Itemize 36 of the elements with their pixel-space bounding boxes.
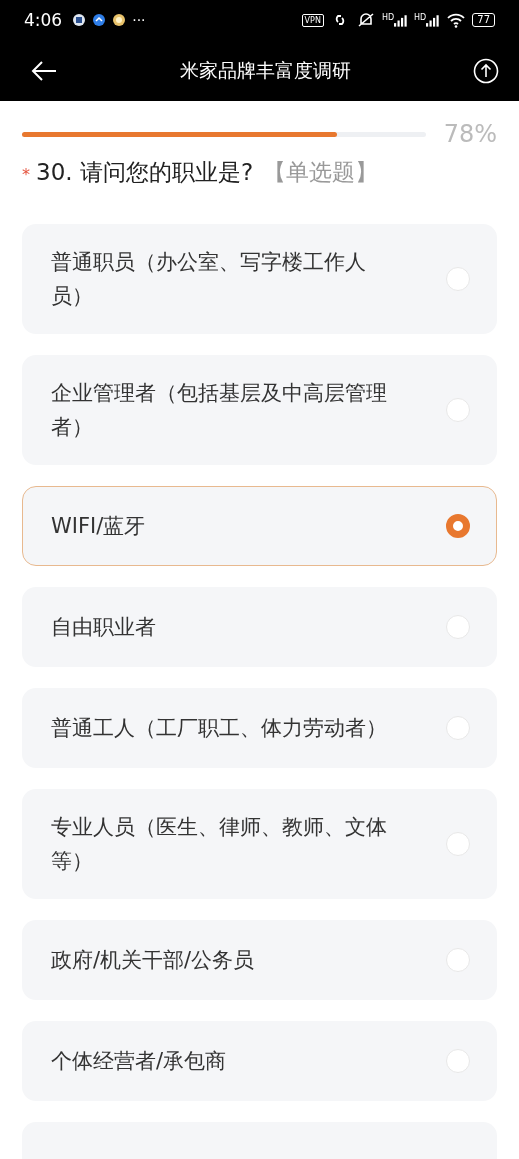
option-label: 政府/机关干部/公务员 — [51, 947, 255, 974]
option-card[interactable]: 政府/机关干部/公务员 — [22, 920, 497, 1000]
option-label: 自由职业者 — [51, 614, 156, 641]
status-time: 4:06 — [24, 10, 63, 30]
signal-icon — [426, 13, 441, 27]
option-label: 普通职员（办公室、写字楼工作人员） — [51, 249, 367, 310]
more-notifications: ··· — [132, 12, 146, 28]
app-notification-icon — [112, 13, 127, 27]
option-label: 个体经营者/承包商 — [51, 1048, 227, 1075]
option-card[interactable]: 普通工人（工厂职工、体力劳动者） — [22, 688, 497, 768]
battery-indicator: 77 — [472, 13, 495, 27]
option-label: 普通工人（工厂职工、体力劳动者） — [51, 715, 387, 742]
option-card[interactable]: 个体经营者/承包商 — [22, 1021, 497, 1101]
radio-button[interactable] — [446, 514, 470, 538]
option-card[interactable]: 专业人员（医生、律师、教师、文体等） — [22, 789, 497, 899]
option-card[interactable]: 自由职业者 — [22, 587, 497, 667]
option-card[interactable]: 企业管理者（包括基层及中高层管理者） — [22, 355, 497, 465]
option-label: WIFI/蓝牙 — [51, 513, 146, 540]
vpn-badge: VPN — [301, 13, 324, 27]
option-card[interactable]: 普通职员（办公室、写字楼工作人员） — [22, 224, 497, 334]
signal-icon — [394, 13, 409, 27]
share-button[interactable] — [473, 57, 499, 84]
question-text: 30. 请问您的职业是? — [36, 158, 254, 187]
app-notification-icon — [92, 13, 107, 27]
back-button[interactable] — [30, 58, 58, 83]
option-label: 专业人员（医生、律师、教师、文体等） — [51, 814, 388, 875]
progress-percent: 78% — [443, 120, 498, 148]
hd-label: HD — [414, 13, 427, 22]
question-type: 【单选题】 — [263, 158, 379, 187]
page-title: 米家品牌丰富度调研 — [180, 57, 351, 83]
hd-label: HD — [381, 13, 395, 22]
wifi-icon — [446, 12, 467, 28]
app-notification-icon — [72, 13, 87, 27]
required-mark: * — [22, 165, 30, 184]
option-card[interactable]: WIFI/蓝牙 — [22, 486, 497, 566]
option-label: 企业管理者（包括基层及中高层管理者） — [51, 380, 388, 441]
